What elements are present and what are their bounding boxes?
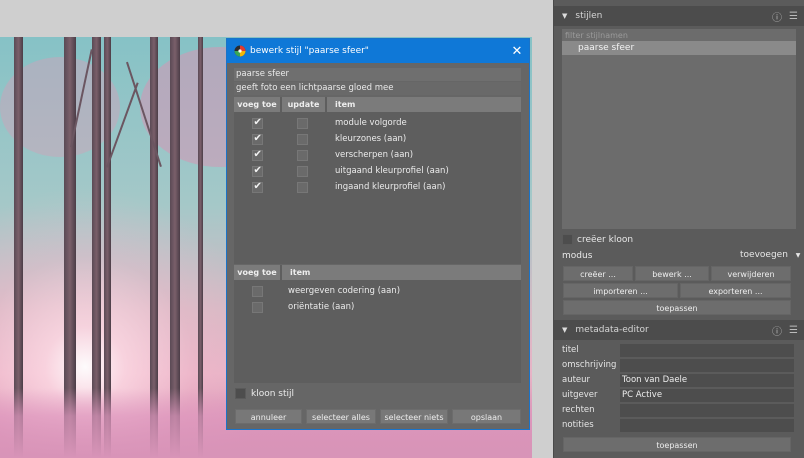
export-style-button[interactable]: exporteren ...	[680, 283, 791, 298]
save-button[interactable]: opslaan	[452, 409, 521, 424]
edit-style-button[interactable]: bewerk ...	[635, 266, 709, 281]
mode-dropdown[interactable]: toevoegen ▼	[740, 250, 800, 260]
style-description-input[interactable]: geeft foto een lichtpaarse gloed mee	[234, 82, 521, 95]
metadata-label-rights: rechten	[562, 405, 595, 415]
style-list-item[interactable]: paarse sfeer	[562, 41, 796, 55]
metadata-field-publisher[interactable]: PC Active	[620, 389, 794, 402]
close-icon[interactable]: ✕	[505, 44, 529, 59]
select-none-button[interactable]: selecteer niets	[380, 409, 448, 424]
table-row[interactable]: module volgorde	[234, 115, 521, 131]
styles-filter-input[interactable]: filter stijlnamen	[562, 29, 796, 41]
update-checkbox[interactable]	[297, 181, 308, 193]
create-clone-checkbox[interactable]	[562, 234, 573, 245]
metadata-field-notes[interactable]	[620, 419, 794, 432]
select-all-button[interactable]: selecteer alles	[306, 409, 376, 424]
right-panel: ▼ stijlen ⓘ ☰ filter stijlnamen paarse s…	[553, 0, 804, 458]
metadata-label-author: auteur	[562, 375, 591, 385]
include-checkbox[interactable]	[251, 133, 263, 145]
metadata-label-notes: notities	[562, 420, 594, 430]
table-row[interactable]: uitgaand kleurprofiel (aan)	[234, 163, 521, 179]
collapse-triangle-icon[interactable]: ▼	[562, 12, 567, 20]
update-checkbox[interactable]	[297, 165, 308, 177]
column-header-include[interactable]: voeg toe	[234, 265, 280, 280]
mode-value: toevoegen	[740, 250, 788, 260]
apply-style-button[interactable]: toepassen	[563, 300, 791, 315]
styles-panel-header[interactable]: ▼ stijlen ⓘ ☰	[554, 6, 804, 26]
reset-icon[interactable]: ⓘ	[772, 9, 782, 24]
metadata-field-title[interactable]	[620, 344, 794, 357]
items-table: voeg toe update item module volgorde kle…	[234, 97, 521, 264]
reset-icon[interactable]: ⓘ	[772, 323, 782, 338]
clone-style-label: kloon stijl	[251, 388, 295, 399]
update-checkbox[interactable]	[297, 133, 308, 145]
table-row[interactable]: weergeven codering (aan)	[234, 283, 521, 299]
clone-style-row[interactable]: kloon stijl	[235, 388, 294, 399]
column-header-item[interactable]: item	[327, 97, 521, 112]
update-checkbox[interactable]	[297, 149, 308, 161]
style-name-input[interactable]: paarse sfeer	[234, 68, 521, 81]
items-table-header: voeg toe update item	[234, 97, 521, 112]
import-style-button[interactable]: importeren ...	[563, 283, 678, 298]
column-header-include[interactable]: voeg toe	[234, 97, 280, 112]
styles-list[interactable]: filter stijlnamen paarse sfeer	[562, 29, 796, 229]
dropdown-arrow-icon: ▼	[795, 252, 801, 259]
mode-label: modus	[562, 251, 593, 261]
metadata-panel-header[interactable]: ▼ metadata-editor ⓘ ☰	[554, 320, 804, 340]
metadata-panel-title: metadata-editor	[575, 325, 649, 335]
update-checkbox[interactable]	[297, 117, 308, 129]
presets-menu-icon[interactable]: ☰	[789, 325, 798, 336]
app-icon	[234, 45, 246, 57]
item-label: oriëntatie (aan)	[288, 302, 355, 312]
include-checkbox[interactable]	[251, 285, 263, 297]
item-label: uitgaand kleurprofiel (aan)	[335, 166, 449, 176]
extra-items-table-header: voeg toe item	[234, 265, 521, 280]
table-row[interactable]: ingaand kleurprofiel (aan)	[234, 179, 521, 195]
styles-panel-title: stijlen	[575, 11, 603, 21]
create-clone-row[interactable]: creëer kloon	[562, 234, 633, 245]
table-row[interactable]: verscherpen (aan)	[234, 147, 521, 163]
item-label: verscherpen (aan)	[335, 150, 414, 160]
metadata-label-title: titel	[562, 345, 579, 355]
metadata-field-rights[interactable]	[620, 404, 794, 417]
item-label: ingaand kleurprofiel (aan)	[335, 182, 446, 192]
create-clone-label: creëer kloon	[577, 234, 634, 245]
item-label: weergeven codering (aan)	[288, 286, 401, 296]
include-checkbox[interactable]	[251, 301, 263, 313]
include-checkbox[interactable]	[251, 165, 263, 177]
presets-menu-icon[interactable]: ☰	[789, 11, 798, 22]
cancel-button[interactable]: annuleer	[235, 409, 302, 424]
table-row[interactable]: kleurzones (aan)	[234, 131, 521, 147]
item-label: kleurzones (aan)	[335, 134, 407, 144]
table-row[interactable]: oriëntatie (aan)	[234, 299, 521, 315]
metadata-apply-button[interactable]: toepassen	[563, 437, 791, 452]
metadata-label-description: omschrijving	[562, 360, 617, 370]
metadata-field-description[interactable]	[620, 359, 794, 372]
include-checkbox[interactable]	[251, 117, 263, 129]
dialog-title: bewerk stijl "paarse sfeer"	[250, 46, 369, 56]
include-checkbox[interactable]	[251, 149, 263, 161]
column-header-item[interactable]: item	[282, 265, 521, 280]
clone-style-checkbox[interactable]	[235, 388, 246, 399]
metadata-label-publisher: uitgever	[562, 390, 598, 400]
delete-style-button[interactable]: verwijderen	[711, 266, 791, 281]
item-label: module volgorde	[335, 118, 407, 128]
extra-items-table: voeg toe item weergeven codering (aan) o…	[234, 265, 521, 383]
collapse-triangle-icon[interactable]: ▼	[562, 326, 567, 334]
column-header-update[interactable]: update	[282, 97, 325, 112]
dialog-titlebar[interactable]: bewerk stijl "paarse sfeer" ✕	[227, 39, 529, 63]
include-checkbox[interactable]	[251, 181, 263, 193]
metadata-field-author[interactable]: Toon van Daele	[620, 374, 794, 387]
edit-style-dialog: bewerk stijl "paarse sfeer" ✕ paarse sfe…	[226, 38, 530, 430]
create-style-button[interactable]: creëer ...	[563, 266, 633, 281]
